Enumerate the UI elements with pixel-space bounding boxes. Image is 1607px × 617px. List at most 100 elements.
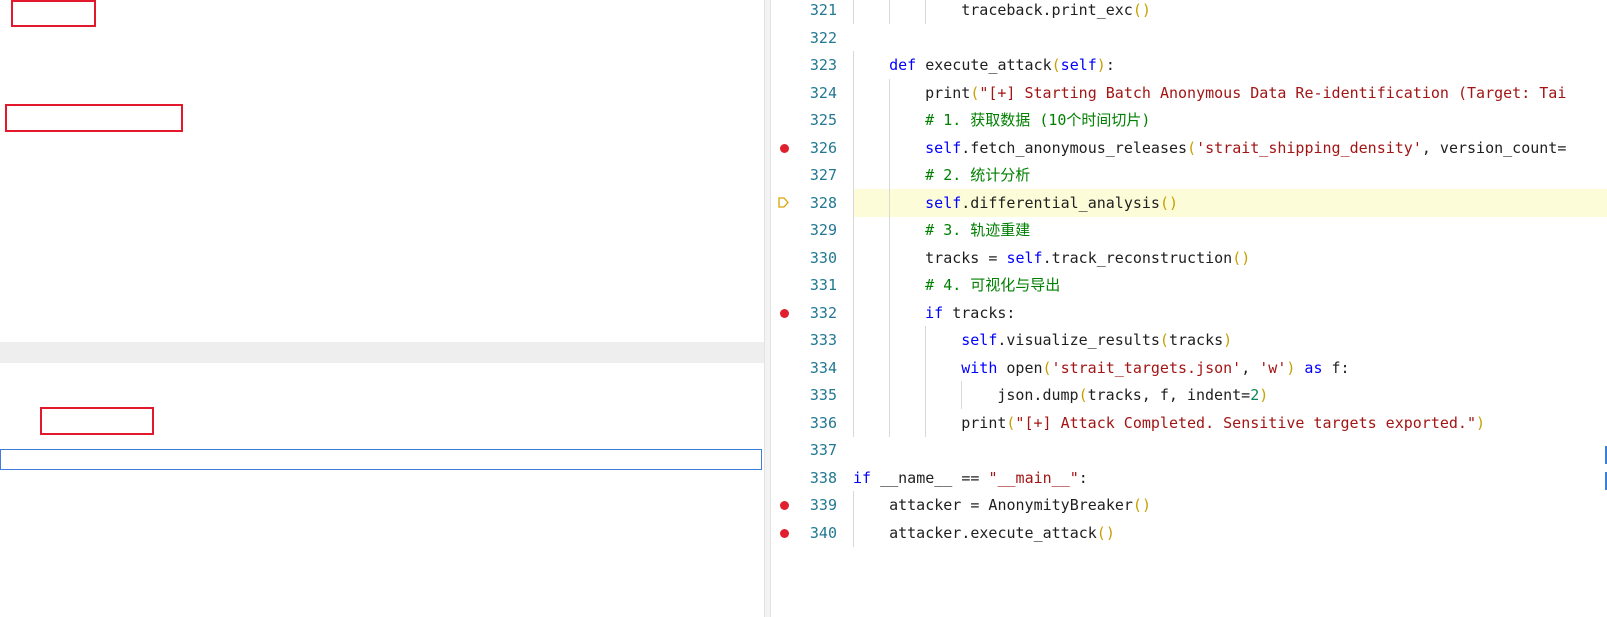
line-gutter[interactable]: 334 [771, 354, 855, 382]
line-number: 322 [809, 28, 837, 47]
variable-row[interactable] [0, 278, 764, 299]
variable-row[interactable] [0, 471, 764, 492]
code-text: self.fetch_anonymous_releases('strait_sh… [853, 133, 1607, 162]
line-number: 336 [809, 413, 837, 432]
variable-row[interactable] [0, 64, 764, 85]
line-gutter[interactable]: 326 [771, 134, 855, 162]
variable-row[interactable] [0, 171, 764, 192]
code-line[interactable]: 333 self.visualize_results(tracks) [771, 326, 1607, 354]
line-gutter[interactable]: 335 [771, 381, 855, 409]
variable-row[interactable] [0, 43, 764, 64]
line-number: 330 [809, 248, 837, 267]
line-gutter[interactable]: 325 [771, 106, 855, 134]
line-number: 337 [809, 441, 837, 459]
debugger-window: 321 traceback.print_exc() 322 323 def execut… [0, 0, 1607, 617]
line-gutter[interactable]: 336 [771, 409, 855, 437]
code-text: # 1. 获取数据 (10个时间切片) [853, 106, 1607, 134]
variable-row[interactable] [0, 535, 764, 556]
line-gutter[interactable]: 340 [771, 519, 855, 547]
line-number: 331 [809, 276, 837, 294]
code-line[interactable]: 340 attacker.execute_attack() [771, 518, 1607, 547]
variable-row[interactable] [0, 321, 764, 342]
code-line[interactable]: 338 if __name__ == "__main__": [771, 464, 1607, 492]
code-line[interactable]: 331 # 4. 可视化与导出 [771, 271, 1607, 299]
variable-row[interactable] [0, 385, 764, 406]
line-gutter[interactable]: 332 [771, 299, 855, 327]
line-number: 328 [809, 193, 837, 212]
code-text: print("[+] Starting Batch Anonymous Data… [853, 78, 1607, 107]
line-gutter[interactable]: 330 [771, 244, 855, 272]
code-line[interactable]: 326 self.fetch_anonymous_releases('strait… [771, 133, 1607, 162]
variable-row[interactable] [0, 514, 764, 535]
line-gutter[interactable]: 339 [771, 491, 855, 519]
line-number: 339 [809, 496, 837, 514]
code-text: with open('strait_targets.json', 'w') as… [853, 353, 1607, 382]
code-text: if tracks: [853, 298, 1607, 327]
line-number: 321 [809, 1, 837, 19]
line-number: 338 [809, 468, 837, 487]
variable-row[interactable] [0, 428, 764, 449]
variable-row[interactable] [0, 86, 764, 107]
line-gutter[interactable]: 338 [771, 464, 855, 492]
variable-row[interactable] [0, 556, 764, 577]
variable-row[interactable] [0, 257, 764, 278]
line-number: 340 [809, 523, 837, 542]
line-gutter[interactable]: 329 [771, 216, 855, 244]
code-line[interactable]: 321 traceback.print_exc() [771, 0, 1607, 24]
variable-row[interactable] [0, 21, 764, 42]
line-gutter[interactable]: 337 [771, 436, 855, 464]
line-number: 323 [809, 56, 837, 74]
line-number: 332 [809, 303, 837, 322]
panel-splitter[interactable] [764, 0, 771, 617]
code-line[interactable]: 322 [771, 24, 1607, 52]
code-editor: 321 traceback.print_exc() 322 323 def execut… [771, 0, 1607, 617]
code-line[interactable]: 334 with open('strait_targets.json', 'w')… [771, 353, 1607, 382]
code-text: json.dump(tracks, f, indent=2) [853, 381, 1607, 409]
code-line[interactable]: 325 # 1. 获取数据 (10个时间切片) [771, 106, 1607, 134]
line-number: 334 [809, 358, 837, 377]
variable-row[interactable] [0, 107, 764, 128]
code-text: tracks = self.track_reconstruction() [853, 243, 1607, 272]
code-text: # 4. 可视化与导出 [853, 271, 1607, 299]
line-gutter[interactable]: 331 [771, 271, 855, 299]
code-line[interactable]: 330 tracks = self.track_reconstruction() [771, 243, 1607, 272]
code-text: self.visualize_results(tracks) [853, 326, 1607, 354]
line-gutter[interactable]: 333 [771, 326, 855, 354]
line-gutter[interactable]: 323 [771, 51, 855, 79]
line-gutter[interactable]: 328 [771, 189, 855, 217]
code-line[interactable]: 328 self.differential_analysis() [771, 188, 1607, 217]
variable-row[interactable] [0, 214, 764, 235]
code-text: print("[+] Attack Completed. Sensitive t… [853, 408, 1607, 437]
variable-row[interactable] [0, 300, 764, 321]
line-gutter[interactable]: 324 [771, 79, 855, 107]
line-number: 325 [809, 111, 837, 129]
variable-row[interactable] [0, 128, 764, 149]
variable-row[interactable] [0, 407, 764, 428]
line-gutter[interactable]: 321 [771, 0, 855, 24]
variable-row[interactable] [0, 150, 764, 171]
variable-row[interactable] [0, 364, 764, 385]
code-text: # 3. 轨迹重建 [853, 216, 1607, 244]
code-line[interactable]: 339 attacker = AnonymityBreaker() [771, 491, 1607, 519]
code-line[interactable]: 327 # 2. 统计分析 [771, 161, 1607, 189]
line-gutter[interactable]: 322 [771, 24, 855, 52]
line-number: 324 [809, 83, 837, 102]
code-line[interactable]: 329 # 3. 轨迹重建 [771, 216, 1607, 244]
code-line[interactable]: 337 [771, 436, 1607, 464]
variable-row[interactable] [0, 492, 764, 513]
variable-row[interactable] [0, 449, 764, 471]
code-line[interactable]: 324 print("[+] Starting Batch Anonymous D… [771, 78, 1607, 107]
code-text: attacker.execute_attack() [853, 518, 1607, 547]
variable-row[interactable] [0, 578, 764, 599]
variable-row[interactable] [0, 0, 764, 21]
code-line[interactable]: 336 print("[+] Attack Completed. Sensitiv… [771, 408, 1607, 437]
code-line[interactable]: 332 if tracks: [771, 298, 1607, 327]
code-line[interactable]: 335 json.dump(tracks, f, indent=2) [771, 381, 1607, 409]
line-gutter[interactable]: 327 [771, 161, 855, 189]
variable-row[interactable] [0, 193, 764, 214]
code-line[interactable]: 323 def execute_attack(self): [771, 51, 1607, 79]
line-number: 335 [809, 386, 837, 404]
variable-row[interactable] [0, 342, 764, 364]
variable-row[interactable] [0, 235, 764, 256]
